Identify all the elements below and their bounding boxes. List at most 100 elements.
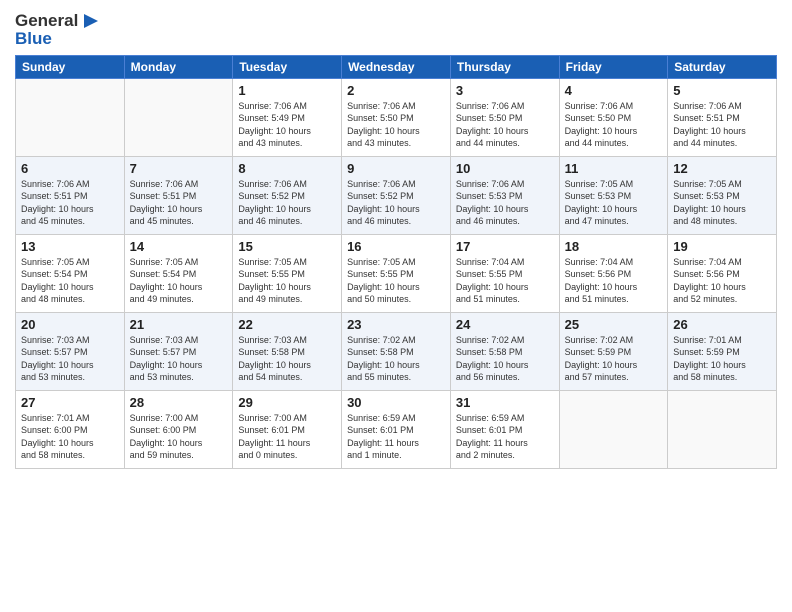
- weekday-header-monday: Monday: [124, 55, 233, 78]
- calendar-cell: 14 Sunrise: 7:05 AM Sunset: 5:54 PM Dayli…: [124, 234, 233, 312]
- calendar-cell: 11Sunrise: 7:05 AM Sunset: 5:53 PM Dayli…: [559, 156, 668, 234]
- logo-text: General Blue: [15, 10, 102, 49]
- weekday-header-friday: Friday: [559, 55, 668, 78]
- logo: General Blue: [15, 10, 102, 49]
- day-number: 3: [456, 83, 554, 98]
- calendar-cell: 5Sunrise: 7:06 AM Sunset: 5:51 PM Daylig…: [668, 78, 777, 156]
- day-number: 23: [347, 317, 445, 332]
- calendar-cell: [668, 390, 777, 468]
- day-number: 4: [565, 83, 663, 98]
- calendar-cell: 26 Sunrise: 7:01 AM Sunset: 5:59 PM Dayli…: [668, 312, 777, 390]
- calendar-cell: 31 Sunrise: 6:59 AM Sunset: 6:01 PM Dayli…: [450, 390, 559, 468]
- calendar-cell: [124, 78, 233, 156]
- calendar-cell: 3 Sunrise: 7:06 AM Sunset: 5:50 PM Daylig…: [450, 78, 559, 156]
- day-info: Sunrise: 7:06 AM Sunset: 5:51 PM Dayligh…: [130, 178, 228, 228]
- day-info: Sunrise: 7:06 AM Sunset: 5:50 PM Dayligh…: [565, 100, 663, 150]
- week-row-1: 1 Sunrise: 7:06 AM Sunset: 5:49 PM Daylig…: [16, 78, 777, 156]
- day-number: 22: [238, 317, 336, 332]
- day-info: Sunrise: 7:05 AM Sunset: 5:54 PM Dayligh…: [21, 256, 119, 306]
- day-number: 28: [130, 395, 228, 410]
- day-info: Sunrise: 7:05 AM Sunset: 5:55 PM Dayligh…: [347, 256, 445, 306]
- day-number: 27: [21, 395, 119, 410]
- logo-general: General: [15, 12, 78, 31]
- day-number: 25: [565, 317, 663, 332]
- day-number: 20: [21, 317, 119, 332]
- day-info: Sunrise: 7:02 AM Sunset: 5:58 PM Dayligh…: [456, 334, 554, 384]
- week-row-5: 27 Sunrise: 7:01 AM Sunset: 6:00 PM Dayli…: [16, 390, 777, 468]
- calendar-table: SundayMondayTuesdayWednesdayThursdayFrid…: [15, 55, 777, 469]
- calendar-cell: 17 Sunrise: 7:04 AM Sunset: 5:55 PM Dayli…: [450, 234, 559, 312]
- calendar-cell: 6 Sunrise: 7:06 AM Sunset: 5:51 PM Daylig…: [16, 156, 125, 234]
- calendar-cell: 12 Sunrise: 7:05 AM Sunset: 5:53 PM Dayli…: [668, 156, 777, 234]
- day-info: Sunrise: 7:05 AM Sunset: 5:54 PM Dayligh…: [130, 256, 228, 306]
- day-number: 31: [456, 395, 554, 410]
- day-number: 14: [130, 239, 228, 254]
- day-number: 13: [21, 239, 119, 254]
- day-number: 6: [21, 161, 119, 176]
- day-info: Sunrise: 7:06 AM Sunset: 5:51 PM Dayligh…: [21, 178, 119, 228]
- day-number: 26: [673, 317, 771, 332]
- day-info: Sunrise: 7:03 AM Sunset: 5:57 PM Dayligh…: [21, 334, 119, 384]
- calendar-cell: [16, 78, 125, 156]
- weekday-header-thursday: Thursday: [450, 55, 559, 78]
- weekday-header-row: SundayMondayTuesdayWednesdayThursdayFrid…: [16, 55, 777, 78]
- calendar-cell: 1 Sunrise: 7:06 AM Sunset: 5:49 PM Daylig…: [233, 78, 342, 156]
- weekday-header-sunday: Sunday: [16, 55, 125, 78]
- day-info: Sunrise: 7:04 AM Sunset: 5:56 PM Dayligh…: [565, 256, 663, 306]
- day-number: 24: [456, 317, 554, 332]
- day-info: Sunrise: 7:04 AM Sunset: 5:56 PM Dayligh…: [673, 256, 771, 306]
- calendar-cell: 9 Sunrise: 7:06 AM Sunset: 5:52 PM Daylig…: [342, 156, 451, 234]
- day-info: Sunrise: 7:01 AM Sunset: 6:00 PM Dayligh…: [21, 412, 119, 462]
- day-info: Sunrise: 7:06 AM Sunset: 5:49 PM Dayligh…: [238, 100, 336, 150]
- calendar-cell: 15 Sunrise: 7:05 AM Sunset: 5:55 PM Dayli…: [233, 234, 342, 312]
- day-info: Sunrise: 7:06 AM Sunset: 5:52 PM Dayligh…: [238, 178, 336, 228]
- calendar-cell: 20 Sunrise: 7:03 AM Sunset: 5:57 PM Dayli…: [16, 312, 125, 390]
- calendar-cell: 13 Sunrise: 7:05 AM Sunset: 5:54 PM Dayli…: [16, 234, 125, 312]
- logo-blue: Blue: [15, 30, 102, 49]
- weekday-header-wednesday: Wednesday: [342, 55, 451, 78]
- day-info: Sunrise: 7:02 AM Sunset: 5:58 PM Dayligh…: [347, 334, 445, 384]
- day-info: Sunrise: 6:59 AM Sunset: 6:01 PM Dayligh…: [456, 412, 554, 462]
- calendar-cell: 25 Sunrise: 7:02 AM Sunset: 5:59 PM Dayli…: [559, 312, 668, 390]
- calendar-cell: 2Sunrise: 7:06 AM Sunset: 5:50 PM Daylig…: [342, 78, 451, 156]
- day-number: 12: [673, 161, 771, 176]
- day-number: 19: [673, 239, 771, 254]
- calendar-cell: 29Sunrise: 7:00 AM Sunset: 6:01 PM Dayli…: [233, 390, 342, 468]
- day-info: Sunrise: 7:06 AM Sunset: 5:53 PM Dayligh…: [456, 178, 554, 228]
- day-info: Sunrise: 7:03 AM Sunset: 5:57 PM Dayligh…: [130, 334, 228, 384]
- day-info: Sunrise: 7:01 AM Sunset: 5:59 PM Dayligh…: [673, 334, 771, 384]
- day-number: 9: [347, 161, 445, 176]
- day-info: Sunrise: 7:05 AM Sunset: 5:55 PM Dayligh…: [238, 256, 336, 306]
- day-number: 11: [565, 161, 663, 176]
- day-info: Sunrise: 7:02 AM Sunset: 5:59 PM Dayligh…: [565, 334, 663, 384]
- weekday-header-tuesday: Tuesday: [233, 55, 342, 78]
- day-info: Sunrise: 6:59 AM Sunset: 6:01 PM Dayligh…: [347, 412, 445, 462]
- day-info: Sunrise: 7:06 AM Sunset: 5:51 PM Dayligh…: [673, 100, 771, 150]
- day-number: 18: [565, 239, 663, 254]
- day-info: Sunrise: 7:04 AM Sunset: 5:55 PM Dayligh…: [456, 256, 554, 306]
- day-number: 10: [456, 161, 554, 176]
- calendar-cell: 22 Sunrise: 7:03 AM Sunset: 5:58 PM Dayli…: [233, 312, 342, 390]
- day-number: 17: [456, 239, 554, 254]
- calendar-cell: 7Sunrise: 7:06 AM Sunset: 5:51 PM Daylig…: [124, 156, 233, 234]
- week-row-4: 20 Sunrise: 7:03 AM Sunset: 5:57 PM Dayli…: [16, 312, 777, 390]
- calendar-cell: 27 Sunrise: 7:01 AM Sunset: 6:00 PM Dayli…: [16, 390, 125, 468]
- calendar-cell: [559, 390, 668, 468]
- day-number: 29: [238, 395, 336, 410]
- day-info: Sunrise: 7:06 AM Sunset: 5:52 PM Dayligh…: [347, 178, 445, 228]
- calendar-cell: 8 Sunrise: 7:06 AM Sunset: 5:52 PM Daylig…: [233, 156, 342, 234]
- day-number: 30: [347, 395, 445, 410]
- day-info: Sunrise: 7:05 AM Sunset: 5:53 PM Dayligh…: [673, 178, 771, 228]
- calendar-container: General Blue SundayMondayTuesdayWednesda…: [0, 0, 792, 479]
- day-number: 8: [238, 161, 336, 176]
- day-number: 15: [238, 239, 336, 254]
- week-row-3: 13 Sunrise: 7:05 AM Sunset: 5:54 PM Dayli…: [16, 234, 777, 312]
- day-info: Sunrise: 7:06 AM Sunset: 5:50 PM Dayligh…: [456, 100, 554, 150]
- calendar-cell: 28Sunrise: 7:00 AM Sunset: 6:00 PM Dayli…: [124, 390, 233, 468]
- calendar-cell: 10 Sunrise: 7:06 AM Sunset: 5:53 PM Dayli…: [450, 156, 559, 234]
- day-number: 2: [347, 83, 445, 98]
- day-number: 1: [238, 83, 336, 98]
- logo-arrow-icon: [80, 10, 102, 32]
- calendar-cell: 24 Sunrise: 7:02 AM Sunset: 5:58 PM Dayli…: [450, 312, 559, 390]
- day-info: Sunrise: 7:03 AM Sunset: 5:58 PM Dayligh…: [238, 334, 336, 384]
